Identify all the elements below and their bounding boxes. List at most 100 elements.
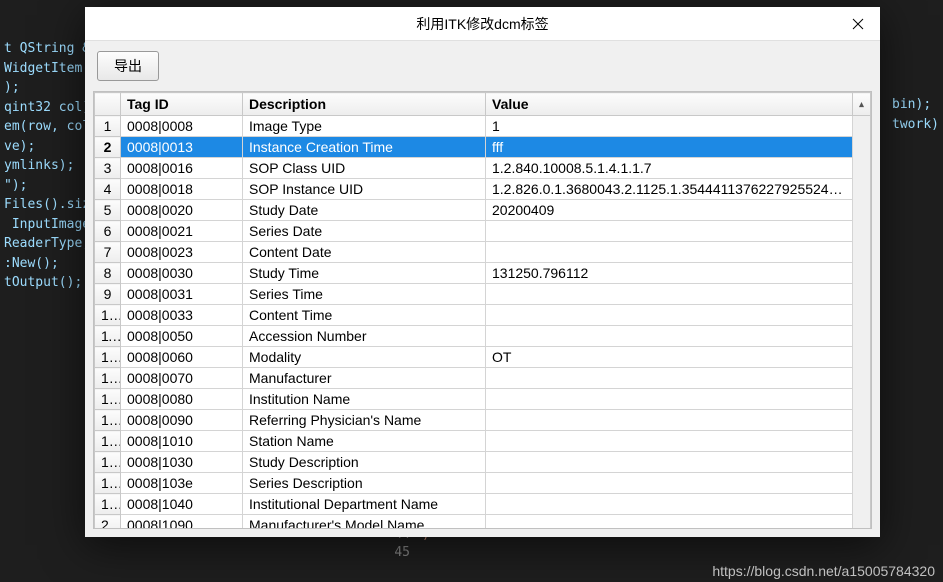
scrollbar-track[interactable] (853, 452, 871, 473)
cell-tag-id[interactable]: 0008|1010 (121, 431, 243, 452)
cell-description[interactable]: Modality (243, 347, 486, 368)
cell-value[interactable] (486, 452, 853, 473)
table-row[interactable]: 180008|103eSeries Description (95, 473, 871, 494)
table-row[interactable]: 50008|0020Study Date20200409 (95, 200, 871, 221)
cell-description[interactable]: Institutional Department Name (243, 494, 486, 515)
cell-tag-id[interactable]: 0008|1040 (121, 494, 243, 515)
cell-tag-id[interactable]: 0008|0090 (121, 410, 243, 431)
cell-value[interactable] (486, 494, 853, 515)
scrollbar-track[interactable] (853, 494, 871, 515)
cell-tag-id[interactable]: 0008|0080 (121, 389, 243, 410)
row-number[interactable]: 1 (95, 116, 121, 137)
table-row[interactable]: 170008|1030Study Description (95, 452, 871, 473)
cell-tag-id[interactable]: 0008|0031 (121, 284, 243, 305)
scrollbar-track[interactable] (853, 263, 871, 284)
row-number[interactable]: 16 (95, 431, 121, 452)
row-number[interactable]: 19 (95, 494, 121, 515)
scrollbar-track[interactable] (853, 326, 871, 347)
header-description[interactable]: Description (243, 93, 486, 116)
table-row[interactable]: 140008|0080Institution Name (95, 389, 871, 410)
row-number[interactable]: 6 (95, 221, 121, 242)
table-row[interactable]: 20008|0013Instance Creation Timefff (95, 137, 871, 158)
cell-tag-id[interactable]: 0008|0060 (121, 347, 243, 368)
cell-description[interactable]: Study Date (243, 200, 486, 221)
table-row[interactable]: 160008|1010Station Name (95, 431, 871, 452)
cell-value[interactable]: fff (486, 137, 853, 158)
table-row[interactable]: 130008|0070Manufacturer (95, 368, 871, 389)
row-number[interactable]: 15 (95, 410, 121, 431)
cell-tag-id[interactable]: 0008|0020 (121, 200, 243, 221)
scrollbar-track[interactable] (853, 179, 871, 200)
row-number[interactable]: 11 (95, 326, 121, 347)
cell-description[interactable]: Manufacturer's Model Name (243, 515, 486, 530)
cell-value[interactable] (486, 284, 853, 305)
cell-value[interactable]: 1.2.826.0.1.3680043.2.1125.1.35444113762… (486, 179, 853, 200)
cell-tag-id[interactable]: 0008|0018 (121, 179, 243, 200)
cell-tag-id[interactable]: 0008|0050 (121, 326, 243, 347)
cell-tag-id[interactable]: 0008|0070 (121, 368, 243, 389)
table-row[interactable]: 100008|0033Content Time (95, 305, 871, 326)
row-number[interactable]: 8 (95, 263, 121, 284)
table-row[interactable]: 190008|1040Institutional Department Name (95, 494, 871, 515)
header-rownum[interactable] (95, 93, 121, 116)
cell-description[interactable]: SOP Class UID (243, 158, 486, 179)
cell-tag-id[interactable]: 0008|0030 (121, 263, 243, 284)
cell-description[interactable]: Series Date (243, 221, 486, 242)
cell-value[interactable]: 20200409 (486, 200, 853, 221)
cell-description[interactable]: Study Description (243, 452, 486, 473)
row-number[interactable]: 4 (95, 179, 121, 200)
row-number[interactable]: 18 (95, 473, 121, 494)
cell-description[interactable]: Accession Number (243, 326, 486, 347)
cell-tag-id[interactable]: 0008|0033 (121, 305, 243, 326)
table-row[interactable]: 120008|0060ModalityOT (95, 347, 871, 368)
header-value[interactable]: Value (486, 93, 853, 116)
cell-value[interactable] (486, 431, 853, 452)
table-row[interactable]: 10008|0008Image Type1 (95, 116, 871, 137)
scrollbar-track[interactable] (853, 515, 871, 530)
cell-description[interactable]: Instance Creation Time (243, 137, 486, 158)
cell-description[interactable]: SOP Instance UID (243, 179, 486, 200)
scrollbar-track[interactable] (853, 473, 871, 494)
cell-value[interactable] (486, 326, 853, 347)
cell-tag-id[interactable]: 0008|0016 (121, 158, 243, 179)
table-row[interactable]: 70008|0023Content Date (95, 242, 871, 263)
cell-description[interactable]: Manufacturer (243, 368, 486, 389)
row-number[interactable]: 14 (95, 389, 121, 410)
cell-tag-id[interactable]: 0008|1090 (121, 515, 243, 530)
table-row[interactable]: 150008|0090Referring Physician's Name (95, 410, 871, 431)
cell-tag-id[interactable]: 0008|103e (121, 473, 243, 494)
scrollbar-track[interactable] (853, 242, 871, 263)
cell-value[interactable] (486, 221, 853, 242)
row-number[interactable]: 17 (95, 452, 121, 473)
export-button[interactable]: 导出 (97, 51, 159, 81)
table-row[interactable]: 30008|0016SOP Class UID1.2.840.10008.5.1… (95, 158, 871, 179)
table-row[interactable]: 110008|0050Accession Number (95, 326, 871, 347)
scrollbar-track[interactable] (853, 431, 871, 452)
cell-tag-id[interactable]: 0008|0023 (121, 242, 243, 263)
table-row[interactable]: 60008|0021Series Date (95, 221, 871, 242)
row-number[interactable]: 3 (95, 158, 121, 179)
table-row[interactable]: 40008|0018SOP Instance UID1.2.826.0.1.36… (95, 179, 871, 200)
cell-description[interactable]: Image Type (243, 116, 486, 137)
cell-value[interactable] (486, 242, 853, 263)
cell-value[interactable]: 1.2.840.10008.5.1.4.1.1.7 (486, 158, 853, 179)
cell-value[interactable] (486, 305, 853, 326)
table-row[interactable]: 90008|0031Series Time (95, 284, 871, 305)
cell-value[interactable]: 1 (486, 116, 853, 137)
scrollbar-track[interactable] (853, 158, 871, 179)
cell-description[interactable]: Referring Physician's Name (243, 410, 486, 431)
cell-value[interactable] (486, 410, 853, 431)
row-number[interactable]: 13 (95, 368, 121, 389)
cell-description[interactable]: Series Time (243, 284, 486, 305)
scrollbar-track[interactable] (853, 347, 871, 368)
scrollbar-track[interactable] (853, 284, 871, 305)
row-number[interactable]: 12 (95, 347, 121, 368)
close-button[interactable] (835, 7, 880, 41)
table-row[interactable]: 80008|0030Study Time131250.796112 (95, 263, 871, 284)
cell-value[interactable] (486, 515, 853, 530)
scrollbar-track[interactable] (853, 221, 871, 242)
cell-tag-id[interactable]: 0008|0021 (121, 221, 243, 242)
cell-description[interactable]: Content Time (243, 305, 486, 326)
cell-value[interactable] (486, 389, 853, 410)
cell-description[interactable]: Station Name (243, 431, 486, 452)
